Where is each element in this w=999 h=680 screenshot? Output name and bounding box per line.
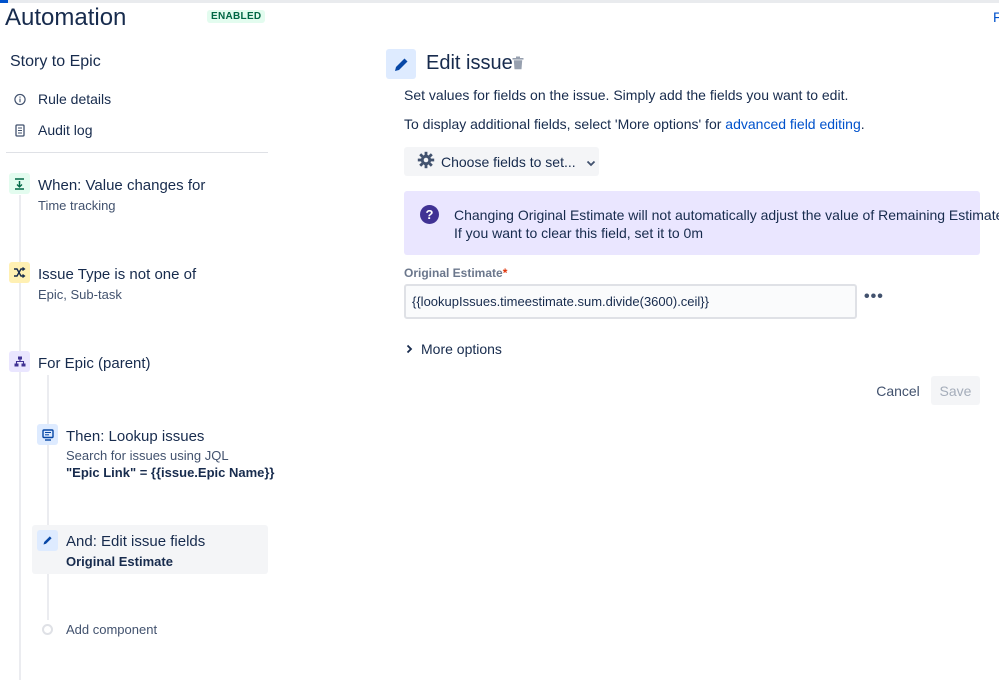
branch-line xyxy=(47,375,49,620)
add-component-button[interactable]: Add component xyxy=(42,622,157,637)
shuffle-icon xyxy=(9,262,30,283)
lookup-title: Then: Lookup issues xyxy=(66,428,205,445)
rule-details-label: Rule details xyxy=(38,91,112,107)
top-border-accent xyxy=(0,0,8,3)
required-mark: * xyxy=(502,266,508,280)
choose-fields-button[interactable]: Choose fields to set... xyxy=(404,147,599,176)
edge-link[interactable]: F xyxy=(993,9,999,25)
edit-subtitle: Original Estimate xyxy=(66,554,173,569)
chevron-down-icon xyxy=(586,154,596,170)
gear-icon xyxy=(417,151,435,172)
more-options-toggle[interactable]: More options xyxy=(406,341,502,357)
hierarchy-icon xyxy=(9,351,30,372)
trigger-title: When: Value changes for xyxy=(38,177,206,194)
trigger-subtitle: Time tracking xyxy=(38,198,116,213)
condition-subtitle: Epic, Sub-task xyxy=(38,287,122,302)
choose-fields-label: Choose fields to set... xyxy=(441,153,576,170)
advanced-prefix: To display additional fields, select 'Mo… xyxy=(404,116,726,132)
advanced-editing-note: To display additional fields, select 'Mo… xyxy=(404,116,865,132)
pencil-icon xyxy=(37,530,58,551)
more-options-label: More options xyxy=(421,341,502,357)
rule-name: Story to Epic xyxy=(10,53,101,70)
monitor-icon xyxy=(37,424,58,445)
add-component-circle-icon xyxy=(42,624,53,635)
page-title: Automation xyxy=(5,4,127,31)
cancel-button[interactable]: Cancel xyxy=(873,377,923,405)
original-estimate-label: Original Estimate* xyxy=(404,266,507,280)
edit-issue-pencil-icon xyxy=(386,49,416,79)
more-actions-icon[interactable]: ••• xyxy=(864,288,884,306)
status-badge: ENABLED xyxy=(207,10,266,23)
save-button[interactable]: Save xyxy=(931,376,980,405)
document-icon xyxy=(14,123,26,137)
panel-title: Edit issue xyxy=(426,52,513,74)
condition-title: Issue Type is not one of xyxy=(38,266,197,283)
advanced-field-editing-link[interactable]: advanced field editing xyxy=(725,116,860,132)
field-label-text: Original Estimate xyxy=(404,266,503,280)
add-component-label: Add component xyxy=(66,622,158,637)
advanced-suffix: . xyxy=(860,116,865,132)
info-line-1: Changing Original Estimate will not auto… xyxy=(454,207,999,223)
info-icon xyxy=(14,92,26,106)
top-border xyxy=(0,0,999,3)
panel-description: Set values for fields on the issue. Simp… xyxy=(404,87,849,103)
trash-icon[interactable] xyxy=(512,56,524,75)
info-message: ? Changing Original Estimate will not au… xyxy=(404,191,999,255)
sidebar-divider xyxy=(6,152,268,153)
trigger-icon xyxy=(9,173,30,194)
lookup-jql: "Epic Link" = {{issue.Epic Name}} xyxy=(66,465,275,480)
question-icon: ? xyxy=(420,205,439,224)
audit-log-link[interactable]: Audit log xyxy=(14,122,92,138)
audit-log-label: Audit log xyxy=(38,122,93,138)
info-line-2: If you want to clear this field, set it … xyxy=(454,225,703,241)
branch-title: For Epic (parent) xyxy=(38,355,151,372)
chevron-right-icon xyxy=(406,341,413,357)
original-estimate-input[interactable] xyxy=(404,284,857,319)
rule-details-link[interactable]: Rule details xyxy=(14,91,111,107)
lookup-subtitle: Search for issues using JQL xyxy=(66,448,229,463)
edit-title: And: Edit issue fields xyxy=(66,533,206,550)
